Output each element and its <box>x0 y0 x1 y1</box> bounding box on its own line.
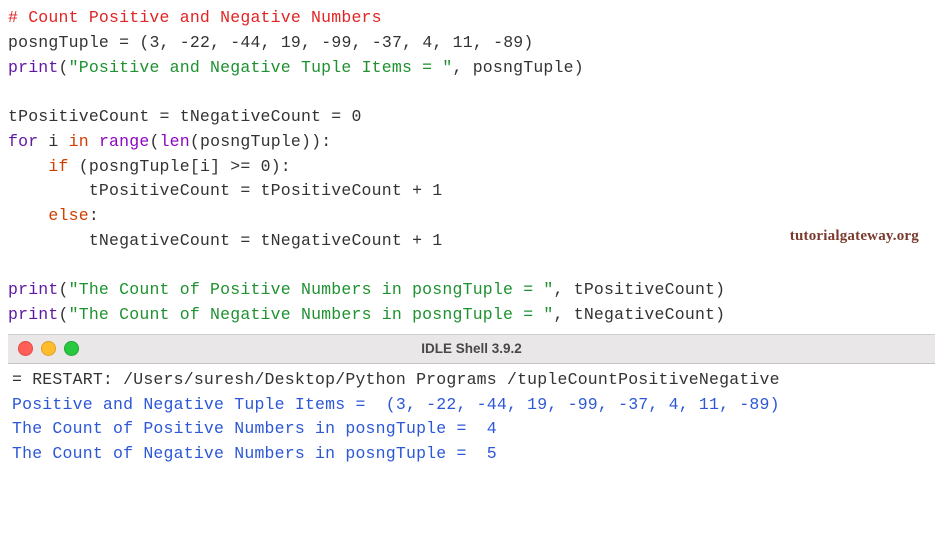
code-line: posngTuple = (3, -22, -44, 19, -99, -37,… <box>8 31 935 56</box>
code-line: for i in range(len(posngTuple)): <box>8 130 935 155</box>
code-blank-line <box>8 80 935 105</box>
maximize-icon[interactable] <box>64 341 79 356</box>
window-controls[interactable] <box>18 341 79 356</box>
code-line: if (posngTuple[i] >= 0): <box>8 155 935 180</box>
shell-output-line: Positive and Negative Tuple Items = (3, … <box>12 393 929 418</box>
shell-title: IDLE Shell 3.9.2 <box>421 341 522 356</box>
code-line: tPositiveCount = tPositiveCount + 1 <box>8 179 935 204</box>
code-editor: # Count Positive and Negative Numbers po… <box>8 6 935 328</box>
code-line: else: <box>8 204 935 229</box>
code-line: print("The Count of Negative Numbers in … <box>8 303 935 328</box>
shell-output-line: The Count of Negative Numbers in posngTu… <box>12 442 929 467</box>
code-line: tPositiveCount = tNegativeCount = 0 <box>8 105 935 130</box>
code-blank-line <box>8 254 935 279</box>
code-line: print("The Count of Positive Numbers in … <box>8 278 935 303</box>
close-icon[interactable] <box>18 341 33 356</box>
code-comment: # Count Positive and Negative Numbers <box>8 8 382 27</box>
shell-restart-line: = RESTART: /Users/suresh/Desktop/Python … <box>12 368 929 393</box>
shell-titlebar: IDLE Shell 3.9.2 <box>8 334 935 364</box>
watermark: tutorialgateway.org <box>790 228 919 245</box>
minimize-icon[interactable] <box>41 341 56 356</box>
shell-output: = RESTART: /Users/suresh/Desktop/Python … <box>8 364 935 467</box>
shell-output-line: The Count of Positive Numbers in posngTu… <box>12 417 929 442</box>
code-line: print("Positive and Negative Tuple Items… <box>8 56 935 81</box>
